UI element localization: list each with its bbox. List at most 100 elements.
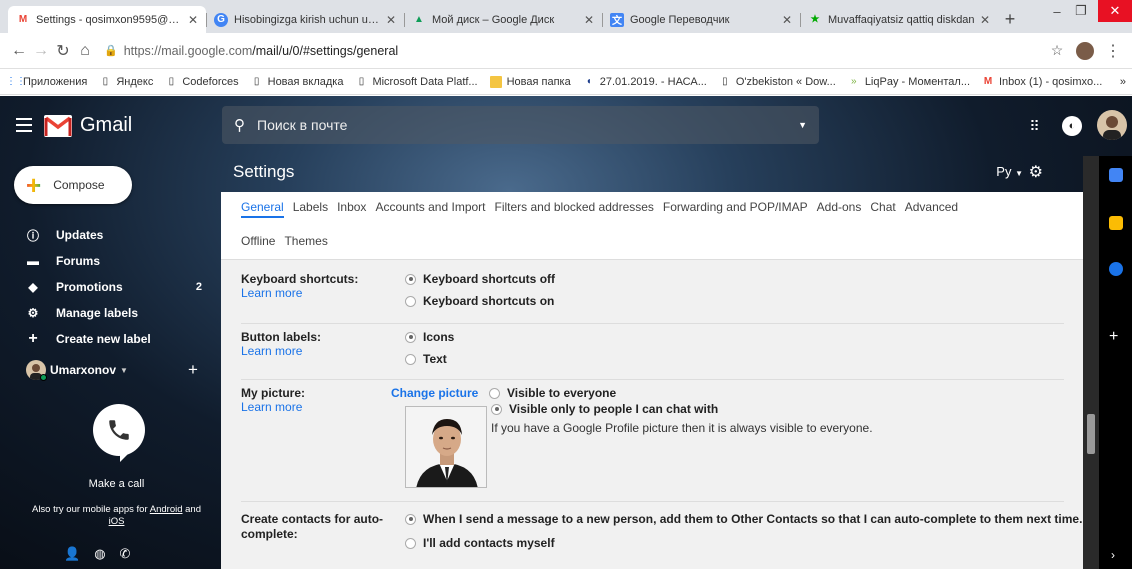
learn-more-link[interactable]: Learn more bbox=[241, 400, 302, 414]
settings-content: Keyboard shortcuts: Learn more Keyboard … bbox=[221, 260, 1083, 569]
tab-general[interactable]: General bbox=[241, 200, 284, 218]
close-tab-icon[interactable]: ✕ bbox=[980, 13, 990, 27]
bookmark-star-icon[interactable]: ☆ bbox=[1046, 42, 1068, 59]
compose-button[interactable]: + Compose bbox=[14, 166, 132, 204]
bookmark-microsoft[interactable]: ▯ Microsoft Data Platf... bbox=[355, 76, 478, 88]
browser-tab-google-login[interactable]: G Hisobingizga kirish uchun uchir ✕ bbox=[206, 6, 404, 33]
option-auto-add-contacts[interactable]: When I send a message to a new person, a… bbox=[405, 512, 1082, 526]
option-visible-everyone[interactable]: Visible to everyone bbox=[489, 386, 616, 400]
tab-filters[interactable]: Filters and blocked addresses bbox=[495, 200, 654, 218]
radio-button-selected[interactable] bbox=[405, 331, 416, 343]
browser-menu-icon[interactable]: ⋮ bbox=[1102, 41, 1124, 61]
phone-call-icon[interactable] bbox=[93, 404, 145, 456]
input-tools-button[interactable]: Ру ▼ bbox=[996, 164, 1023, 179]
close-tab-icon[interactable]: ✕ bbox=[782, 13, 792, 27]
bookmark-folder[interactable]: Новая папка bbox=[489, 75, 571, 88]
option-text[interactable]: Text bbox=[405, 352, 447, 366]
account-avatar[interactable] bbox=[1097, 110, 1127, 140]
bookmark-liqpay[interactable]: » LiqPay - Моментал... bbox=[848, 76, 970, 88]
search-options-icon[interactable]: ▼ bbox=[798, 120, 807, 130]
profile-avatar[interactable] bbox=[1076, 41, 1094, 60]
tab-inbox[interactable]: Inbox bbox=[337, 200, 366, 218]
conversations-icon[interactable]: ◍ bbox=[94, 546, 105, 562]
expand-panel-chevron-icon[interactable]: › bbox=[1111, 548, 1115, 562]
ios-link[interactable]: iOS bbox=[109, 516, 125, 527]
new-tab-button[interactable]: + bbox=[998, 6, 1022, 33]
radio-button-selected[interactable] bbox=[405, 513, 416, 525]
tab-advanced[interactable]: Advanced bbox=[905, 200, 958, 218]
start-chat-plus-icon[interactable]: + bbox=[188, 360, 198, 380]
search-icon[interactable]: ⚲ bbox=[234, 116, 245, 134]
maximize-icon[interactable]: ❐ bbox=[1070, 0, 1092, 22]
change-picture-link[interactable]: Change picture bbox=[391, 386, 478, 400]
setting-label: Keyboard shortcuts: bbox=[241, 272, 359, 286]
bookmark-nasa[interactable]: ◖ 27.01.2019. - НАСА... bbox=[583, 76, 707, 88]
contacts-person-icon[interactable]: 👤 bbox=[64, 546, 80, 562]
sidebar-item-create-label[interactable]: + Create new label bbox=[0, 326, 220, 352]
tab-themes[interactable]: Themes bbox=[284, 234, 327, 248]
chevron-down-icon[interactable]: ▼ bbox=[120, 366, 128, 375]
radio-button-selected[interactable] bbox=[405, 273, 416, 285]
radio-button[interactable] bbox=[489, 387, 500, 399]
forward-icon[interactable]: → bbox=[30, 42, 52, 60]
tab-chat[interactable]: Chat bbox=[870, 200, 895, 218]
bookmark-new-tab[interactable]: ▯ Новая вкладка bbox=[251, 76, 344, 88]
learn-more-link[interactable]: Learn more bbox=[241, 344, 302, 358]
keep-icon[interactable] bbox=[1109, 216, 1123, 230]
tasks-icon[interactable] bbox=[1109, 262, 1123, 276]
option-add-contacts-myself[interactable]: I'll add contacts myself bbox=[405, 536, 555, 550]
phone-tab-icon[interactable]: ✆ bbox=[120, 546, 131, 562]
option-icons[interactable]: Icons bbox=[405, 330, 454, 344]
browser-tab-google-translate[interactable]: 文 Google Переводчик ✕ bbox=[602, 6, 800, 33]
tab-addons[interactable]: Add-ons bbox=[817, 200, 862, 218]
more-bookmarks-icon[interactable]: » bbox=[1120, 76, 1126, 88]
apps-grid-icon[interactable]: ⠿ bbox=[1024, 116, 1044, 136]
browser-tab-gmail-settings[interactable]: M Settings - qosimxon9595@gma ✕ bbox=[8, 6, 206, 33]
gmail-logo[interactable]: Gmail bbox=[44, 114, 132, 137]
radio-button-selected[interactable] bbox=[491, 403, 502, 415]
close-tab-icon[interactable]: ✕ bbox=[188, 13, 198, 27]
tab-accounts-import[interactable]: Accounts and Import bbox=[375, 200, 485, 218]
reload-icon[interactable]: ↻ bbox=[52, 41, 74, 61]
hangouts-user[interactable]: Umarxonov ▼ bbox=[26, 360, 128, 381]
radio-button[interactable] bbox=[405, 537, 416, 549]
option-shortcuts-off[interactable]: Keyboard shortcuts off bbox=[405, 272, 555, 286]
close-tab-icon[interactable]: ✕ bbox=[584, 13, 594, 27]
sidebar-item-updates[interactable]: ⓘ Updates bbox=[0, 222, 220, 248]
bookmark-inbox[interactable]: M Inbox (1) - qosimxo... bbox=[982, 76, 1103, 88]
sidebar-item-manage-labels[interactable]: ⚙ Manage labels bbox=[0, 300, 220, 326]
option-shortcuts-on[interactable]: Keyboard shortcuts on bbox=[405, 294, 554, 308]
bookmark-apps[interactable]: ⋮⋮ Приложения bbox=[6, 76, 87, 88]
settings-scrollbar[interactable] bbox=[1083, 156, 1099, 569]
tab-forwarding[interactable]: Forwarding and POP/IMAP bbox=[663, 200, 808, 218]
radio-button[interactable] bbox=[405, 353, 416, 365]
option-visible-chat[interactable]: Visible only to people I can chat with bbox=[491, 402, 718, 416]
tab-offline[interactable]: Offline bbox=[241, 234, 275, 248]
close-tab-icon[interactable]: ✕ bbox=[386, 13, 396, 27]
sidebar-item-forums[interactable]: ▬ Forums bbox=[0, 248, 220, 274]
back-icon[interactable]: ← bbox=[8, 42, 30, 60]
browser-tab-disk-recovery[interactable]: ★ Muvaffaqiyatsiz qattiq diskdan ✕ bbox=[800, 6, 998, 33]
browser-tab-google-drive[interactable]: ▲ Мой диск – Google Диск ✕ bbox=[404, 6, 602, 33]
add-addon-plus-icon[interactable]: + bbox=[1109, 328, 1118, 346]
minimize-icon[interactable]: – bbox=[1046, 0, 1068, 22]
close-window-icon[interactable]: ✕ bbox=[1098, 0, 1132, 22]
notifications-icon[interactable]: ◐ bbox=[1062, 116, 1082, 136]
tab-labels[interactable]: Labels bbox=[293, 200, 328, 218]
sidebar-item-promotions[interactable]: ◆ Promotions 2 bbox=[0, 274, 220, 300]
url-host: https://mail.google.com bbox=[123, 43, 253, 58]
learn-more-link[interactable]: Learn more bbox=[241, 286, 302, 300]
bookmark-yandex[interactable]: ▯ Яндекс bbox=[99, 76, 154, 88]
android-link[interactable]: Android bbox=[150, 504, 183, 515]
search-input[interactable] bbox=[257, 117, 799, 133]
bookmark-uzbekiston[interactable]: ▯ O'zbekiston « Dow... bbox=[719, 76, 836, 88]
scroll-thumb[interactable] bbox=[1087, 414, 1095, 454]
calendar-icon[interactable] bbox=[1109, 168, 1123, 182]
main-menu-icon[interactable] bbox=[16, 118, 32, 136]
settings-gear-icon[interactable]: ⚙ bbox=[1029, 162, 1043, 182]
home-icon[interactable]: ⌂ bbox=[74, 42, 96, 60]
radio-button[interactable] bbox=[405, 295, 416, 307]
bookmark-codeforces[interactable]: ▯ Codeforces bbox=[165, 76, 239, 88]
url-field[interactable]: 🔒 https://mail.google.com/mail/u/0/#sett… bbox=[104, 39, 1046, 63]
make-call-link[interactable]: Make a call bbox=[0, 478, 233, 490]
